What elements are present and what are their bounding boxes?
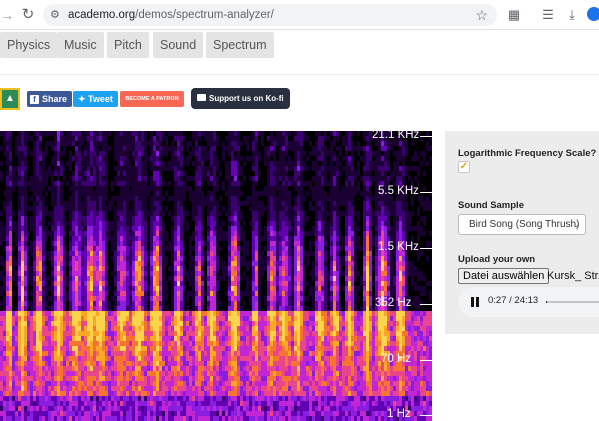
upload-label: Upload your own (458, 254, 536, 265)
star-icon[interactable]: ☆ (475, 6, 488, 24)
site-settings-icon[interactable]: ⚙ (50, 7, 64, 23)
freq-tick (420, 248, 432, 249)
pause-icon[interactable] (470, 297, 480, 307)
media-controls-icon[interactable]: ☰ (539, 6, 557, 24)
freq-label: 5.5 KHz (378, 185, 419, 197)
log-scale-label: Logarithmic Frequency Scale? (458, 148, 597, 159)
freq-label: 1.5 KHz (378, 241, 419, 253)
freq-tick (420, 360, 432, 361)
facebook-icon: f (30, 95, 39, 104)
spectrogram-canvas (0, 131, 432, 421)
audio-player: 0:27 / 24:13 (458, 287, 599, 317)
nav-sound[interactable]: Sound (153, 32, 204, 58)
topic-nav: Physics Music Pitch Sound Spectrum (0, 30, 599, 60)
chevron-down-icon: ⌄ (572, 219, 580, 229)
puzzle-icon[interactable]: ▦ (505, 6, 523, 24)
freq-label: 70 Hz (381, 353, 412, 365)
address-bar[interactable]: ⚙ academo.org/demos/spectrum-analyzer/ ☆ (43, 4, 497, 26)
browser-toolbar: → ↻ ⚙ academo.org/demos/spectrum-analyze… (0, 0, 599, 30)
share-row: ▲ f Share ✦ Tweet BECOME A PATRON Support… (0, 88, 599, 110)
nav-music[interactable]: Music (57, 32, 104, 58)
download-icon[interactable]: ⤓ (563, 6, 581, 24)
choose-file-button[interactable]: Datei auswählen (458, 268, 550, 284)
freq-label: 1 Hz (387, 408, 411, 420)
kofi-cup-icon (197, 94, 206, 101)
log-scale-checkbox[interactable]: ✓ (458, 161, 470, 173)
forward-icon[interactable]: → (0, 6, 14, 24)
audio-seek-bar[interactable] (546, 301, 599, 303)
classroom-icon[interactable]: ▲ (0, 88, 20, 110)
facebook-share-button[interactable]: f Share (27, 91, 73, 107)
nav-spectrum[interactable]: Spectrum (206, 32, 274, 58)
audio-time: 0:27 / 24:13 (488, 295, 539, 306)
sound-sample-label: Sound Sample (458, 200, 524, 211)
patreon-button[interactable]: BECOME A PATRON (120, 91, 184, 107)
tweet-button[interactable]: ✦ Tweet (73, 91, 118, 107)
audio-progress-fill (546, 301, 547, 303)
profile-icon[interactable] (587, 7, 599, 21)
nav-pitch[interactable]: Pitch (107, 32, 149, 58)
twitter-icon: ✦ (78, 94, 89, 104)
freq-label: 21.1 KHz (372, 131, 420, 141)
freq-tick (420, 192, 432, 193)
reload-icon[interactable]: ↻ (18, 5, 38, 25)
file-name: Kursk_ Str... (547, 270, 599, 282)
freq-tick (420, 136, 432, 137)
sound-sample-select[interactable]: Bird Song (Song Thrush) ⌄ (458, 214, 586, 235)
freq-tick (420, 415, 432, 416)
divider (0, 74, 599, 75)
freq-label: 352 Hz (375, 297, 412, 309)
spectrogram: 21.1 KHz 5.5 KHz 1.5 KHz 352 Hz 70 Hz 1 … (0, 131, 432, 421)
nav-physics[interactable]: Physics (0, 32, 58, 58)
freq-tick (420, 304, 432, 305)
url-text[interactable]: academo.org/demos/spectrum-analyzer/ (68, 7, 274, 23)
control-panel: Logarithmic Frequency Scale? ✓ Sound Sam… (445, 131, 599, 334)
kofi-button[interactable]: Support us on Ko-fi (191, 88, 290, 109)
